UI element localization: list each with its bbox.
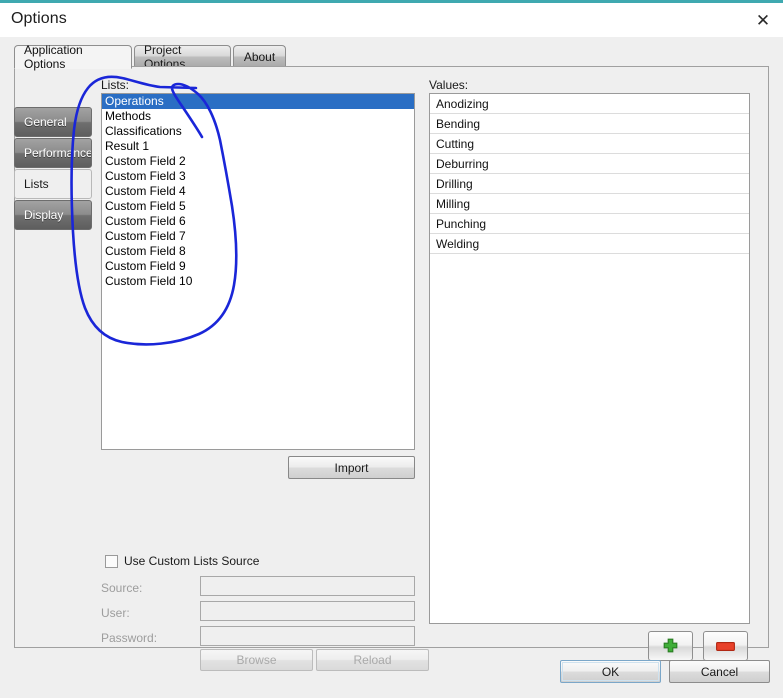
remove-value-button[interactable]	[703, 631, 748, 661]
value-item[interactable]: Bending	[430, 114, 749, 134]
source-label: Source:	[101, 581, 142, 595]
import-button[interactable]: Import	[288, 456, 415, 479]
list-item[interactable]: Custom Field 2	[102, 154, 414, 169]
values-listbox[interactable]: AnodizingBendingCuttingDeburringDrilling…	[429, 93, 750, 624]
list-item[interactable]: Classifications	[102, 124, 414, 139]
lists-label: Lists:	[101, 78, 129, 92]
source-input[interactable]	[200, 576, 415, 596]
list-item[interactable]: Custom Field 8	[102, 244, 414, 259]
password-label: Password:	[101, 631, 157, 645]
value-item[interactable]: Punching	[430, 214, 749, 234]
list-item[interactable]: Custom Field 9	[102, 259, 414, 274]
list-item[interactable]: Methods	[102, 109, 414, 124]
page-title: Options	[11, 10, 67, 28]
list-item[interactable]: Custom Field 5	[102, 199, 414, 214]
value-item[interactable]: Drilling	[430, 174, 749, 194]
list-item[interactable]: Custom Field 4	[102, 184, 414, 199]
sidebar: General Performance Lists Display	[15, 67, 93, 649]
sidebar-item-lists[interactable]: Lists	[14, 169, 92, 199]
list-item[interactable]: Custom Field 10	[102, 274, 414, 289]
options-dialog: Options ✕ Application Options Project Op…	[0, 0, 783, 698]
password-input[interactable]	[200, 626, 415, 646]
use-custom-lists-source-checkbox[interactable]: Use Custom Lists Source	[105, 554, 259, 568]
value-item[interactable]: Deburring	[430, 154, 749, 174]
value-item[interactable]: Anodizing	[430, 94, 749, 114]
list-item[interactable]: Result 1	[102, 139, 414, 154]
list-item[interactable]: Operations	[102, 94, 414, 109]
list-item[interactable]: Custom Field 7	[102, 229, 414, 244]
minus-icon	[716, 642, 735, 651]
sidebar-item-general[interactable]: General	[14, 107, 92, 137]
tab-project-options[interactable]: Project Options	[134, 45, 231, 67]
tab-content-panel: General Performance Lists Display Lists:…	[14, 66, 769, 648]
browse-button[interactable]: Browse	[200, 649, 313, 671]
values-label: Values:	[429, 78, 468, 92]
reload-button[interactable]: Reload	[316, 649, 429, 671]
tab-application-options[interactable]: Application Options	[14, 45, 132, 69]
tab-about[interactable]: About	[233, 45, 286, 67]
checkbox-box[interactable]	[105, 555, 118, 568]
sidebar-item-display[interactable]: Display	[14, 200, 92, 230]
value-item[interactable]: Cutting	[430, 134, 749, 154]
plus-icon	[662, 638, 679, 655]
list-item[interactable]: Custom Field 6	[102, 214, 414, 229]
checkbox-label: Use Custom Lists Source	[124, 554, 259, 568]
value-item[interactable]: Welding	[430, 234, 749, 254]
dialog-body: Application Options Project Options Abou…	[0, 37, 783, 698]
add-value-button[interactable]	[648, 631, 693, 661]
lists-listbox[interactable]: OperationsMethodsClassificationsResult 1…	[101, 93, 415, 450]
user-label: User:	[101, 606, 130, 620]
close-icon[interactable]: ✕	[750, 8, 776, 32]
sidebar-item-performance[interactable]: Performance	[14, 138, 92, 168]
ok-button[interactable]: OK	[560, 660, 661, 683]
list-item[interactable]: Custom Field 3	[102, 169, 414, 184]
user-input[interactable]	[200, 601, 415, 621]
cancel-button[interactable]: Cancel	[669, 660, 770, 683]
value-item[interactable]: Milling	[430, 194, 749, 214]
title-bar: Options ✕	[0, 3, 783, 37]
tab-strip: Application Options Project Options Abou…	[14, 45, 769, 67]
